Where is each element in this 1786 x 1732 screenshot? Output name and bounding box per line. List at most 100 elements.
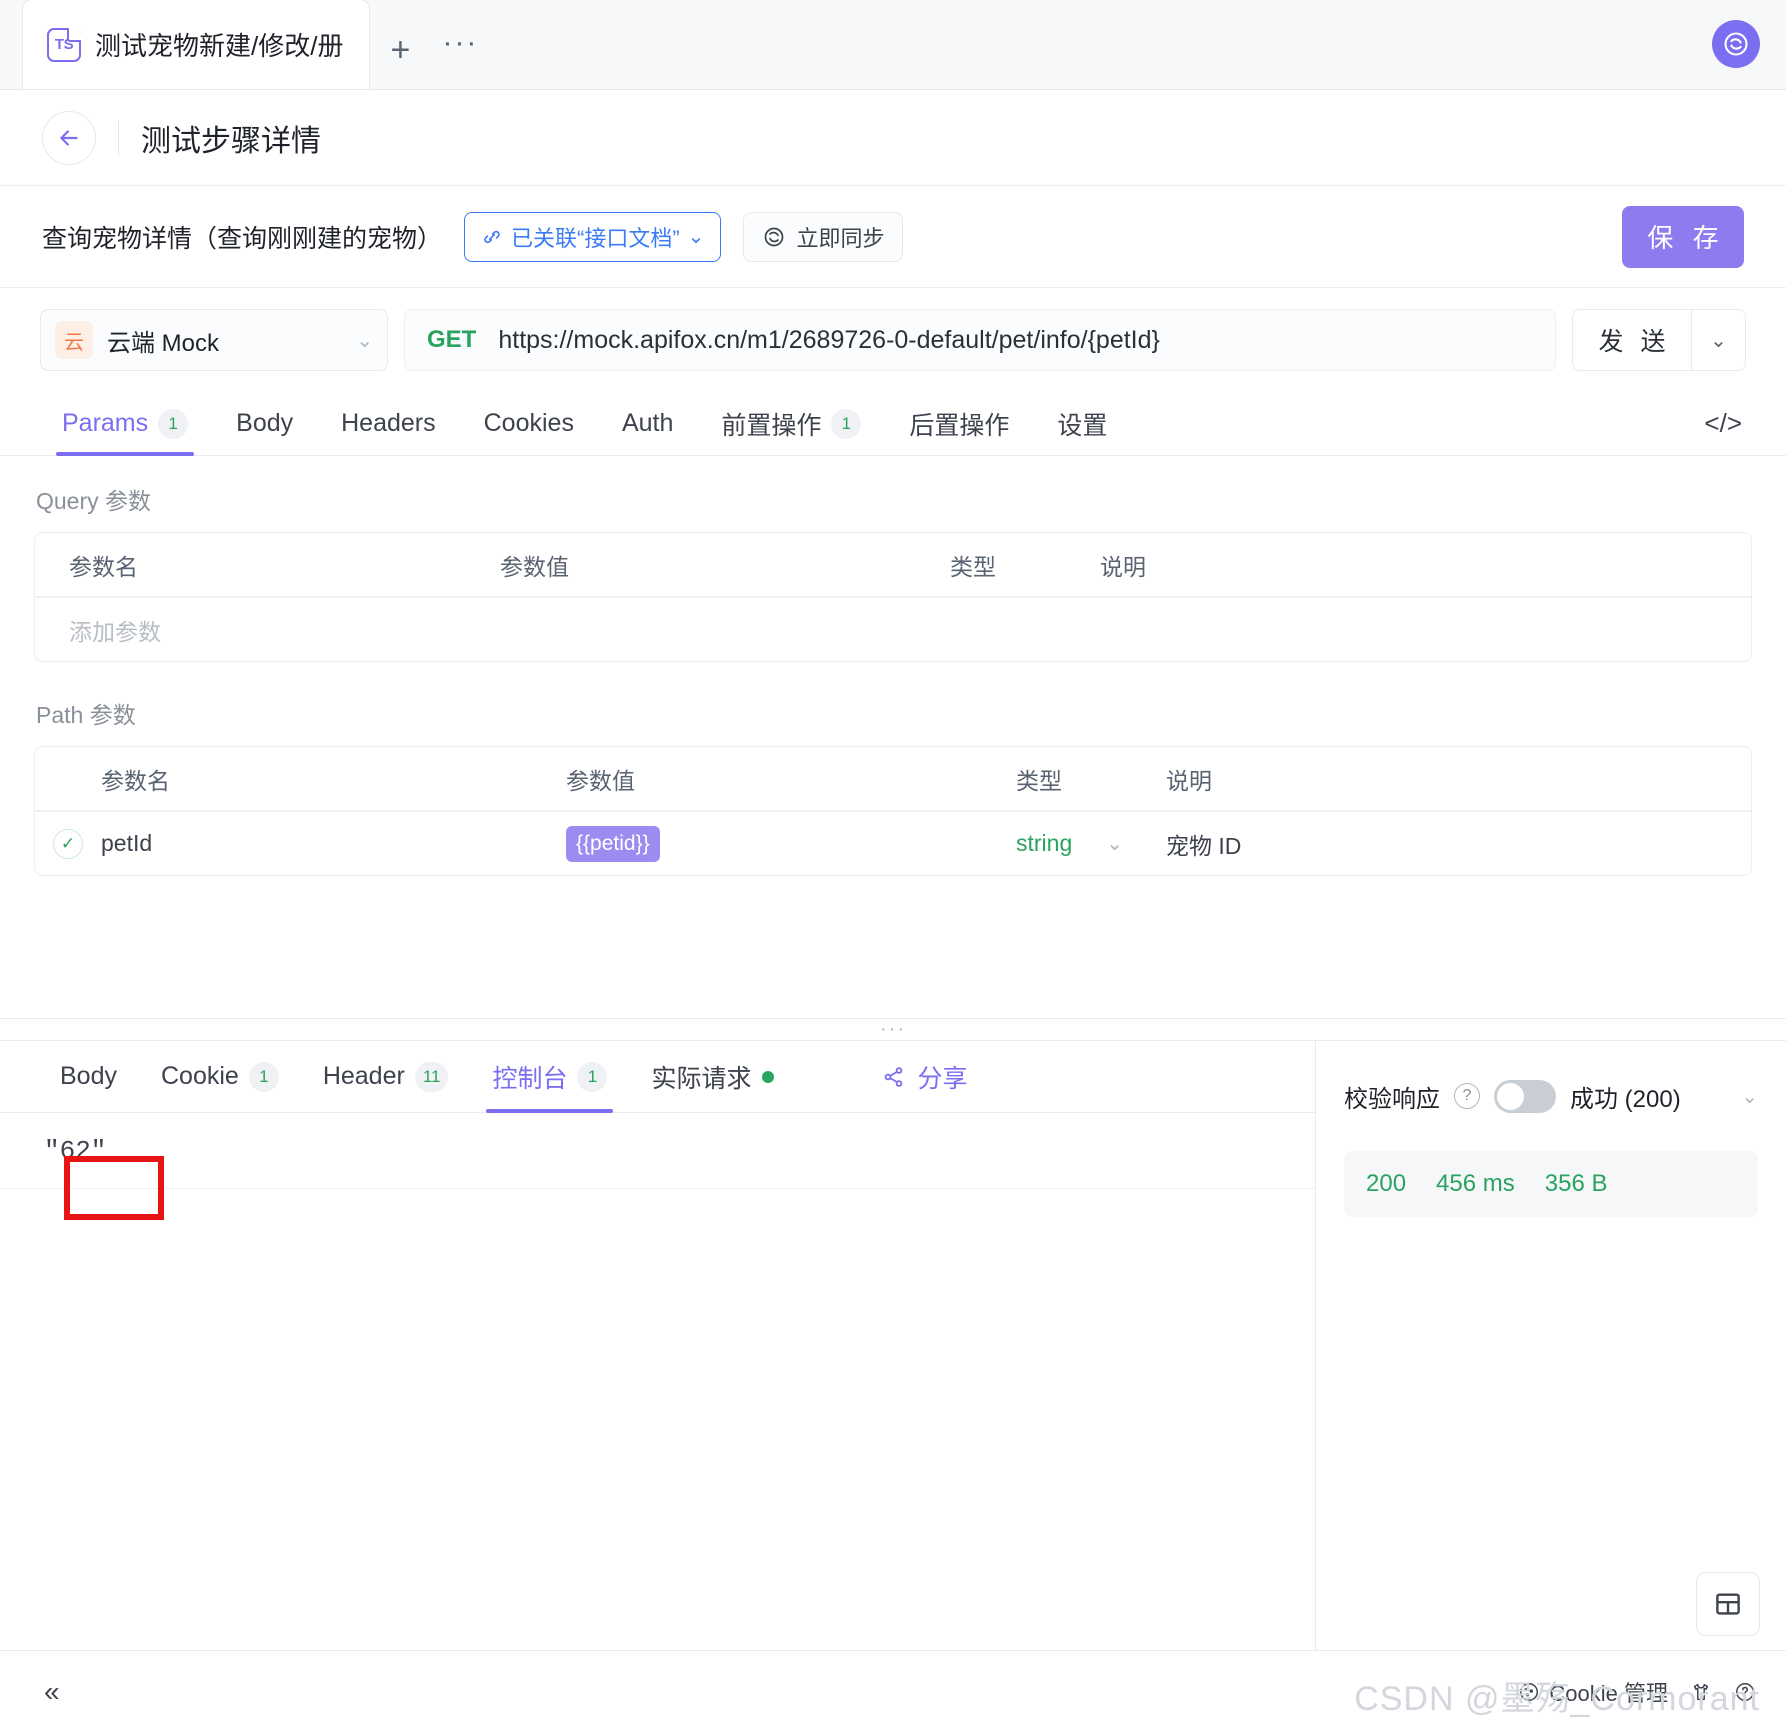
validate-response-toggle[interactable] xyxy=(1494,1080,1556,1113)
param-type-label: string xyxy=(1016,830,1072,857)
response-panel: Body Cookie 1 Header 11 控制台 1 实际请求 xyxy=(0,1040,1786,1650)
code-view-icon[interactable]: </> xyxy=(1704,392,1748,455)
response-tab-console[interactable]: 控制台 1 xyxy=(470,1041,629,1112)
param-name-cell[interactable]: petId xyxy=(101,830,566,857)
theme-icon[interactable] xyxy=(1690,1681,1712,1703)
path-params-header-row: 参数名 参数值 类型 说明 xyxy=(35,747,1751,811)
linked-doc-chip[interactable]: 已关联“接口文档” ⌄ xyxy=(464,212,721,262)
response-size: 356 B xyxy=(1545,1170,1608,1198)
tab-more-button[interactable]: ··· xyxy=(430,11,490,89)
sync-icon xyxy=(762,225,786,249)
add-param-placeholder: 添加参数 xyxy=(35,613,500,647)
response-tab-cookie[interactable]: Cookie 1 xyxy=(139,1041,301,1112)
request-tabs: Params 1 Body Headers Cookies Auth 前置操作 … xyxy=(0,392,1786,456)
column-header-name: 参数名 xyxy=(35,548,500,582)
panel-resize-handle[interactable]: ··· xyxy=(0,1018,1786,1040)
chevron-down-icon[interactable]: ⌄ xyxy=(1741,1084,1758,1109)
tab-body[interactable]: Body xyxy=(212,392,317,455)
status-bar-right: Cookie 管理 xyxy=(1518,1676,1756,1708)
tab-auth-label: Auth xyxy=(622,409,673,438)
layout-split-icon[interactable] xyxy=(1696,1572,1760,1636)
column-header-desc: 说明 xyxy=(1100,548,1751,582)
param-desc-cell[interactable]: 宠物 ID xyxy=(1166,827,1751,861)
chevron-down-icon: ⌄ xyxy=(356,328,373,353)
environment-select[interactable]: 云 云端 Mock ⌄ xyxy=(40,309,388,371)
sync-avatar-icon[interactable] xyxy=(1712,20,1760,68)
request-url-row: 云 云端 Mock ⌄ GET https://mock.apifox.cn/m… xyxy=(0,288,1786,392)
help-icon[interactable]: ? xyxy=(1454,1083,1480,1109)
header-divider xyxy=(118,121,119,155)
response-tab-actual-request[interactable]: 实际请求 xyxy=(629,1041,795,1112)
tab-headers[interactable]: Headers xyxy=(317,392,460,455)
path-params-label: Path 参数 xyxy=(36,696,1752,730)
variable-chip: {{petid}} xyxy=(566,826,660,862)
response-tab-header-count: 11 xyxy=(415,1062,449,1092)
response-tab-header[interactable]: Header 11 xyxy=(301,1041,471,1112)
tab-auth[interactable]: Auth xyxy=(598,392,697,455)
response-tab-console-count: 1 xyxy=(577,1062,607,1092)
tab-post-operation-label: 后置操作 xyxy=(909,406,1009,442)
http-method-label: GET xyxy=(427,326,476,354)
back-button[interactable] xyxy=(42,111,96,165)
page-header: 测试步骤详情 xyxy=(0,90,1786,186)
sync-now-button[interactable]: 立即同步 xyxy=(743,212,903,262)
collapse-sidebar-button[interactable]: « xyxy=(30,1676,60,1708)
tab-headers-label: Headers xyxy=(341,409,436,438)
tab-settings[interactable]: 设置 xyxy=(1033,392,1131,455)
send-button[interactable]: 发 送 xyxy=(1573,310,1691,370)
cookie-manager-button[interactable]: Cookie 管理 xyxy=(1518,1676,1668,1708)
response-tab-actual-request-label: 实际请求 xyxy=(651,1059,751,1095)
column-header-type: 类型 xyxy=(950,548,1100,582)
url-input[interactable]: GET https://mock.apifox.cn/m1/2689726-0-… xyxy=(404,309,1556,371)
check-icon[interactable]: ✓ xyxy=(53,829,83,859)
tab-cookies[interactable]: Cookies xyxy=(460,392,598,455)
response-tab-body[interactable]: Body xyxy=(38,1041,139,1112)
step-name: 查询宠物详情（查询刚刚建的宠物） xyxy=(42,219,442,255)
document-tab-label: 测试宠物新建/修改/册 xyxy=(95,26,343,63)
chevron-down-icon[interactable]: ⌄ xyxy=(1106,831,1123,856)
response-tab-header-label: Header xyxy=(323,1062,405,1091)
tab-pre-operation-label: 前置操作 xyxy=(721,406,821,442)
validate-response-label: 校验响应 xyxy=(1344,1079,1440,1114)
chevron-down-icon: ⌄ xyxy=(688,224,705,249)
response-tab-cookie-count: 1 xyxy=(249,1062,279,1092)
table-row[interactable]: ✓ petId {{petid}} string ⌄ 宠物 ID xyxy=(35,811,1751,875)
column-header-value: 参数值 xyxy=(566,762,1016,796)
tab-pre-operation-count: 1 xyxy=(831,409,861,439)
tab-cookies-label: Cookies xyxy=(484,409,574,438)
query-params-add-row[interactable]: 添加参数 xyxy=(35,597,1751,661)
share-label: 分享 xyxy=(918,1059,968,1095)
help-icon[interactable] xyxy=(1734,1681,1756,1703)
cookie-icon xyxy=(1518,1681,1540,1703)
ts-file-icon: TS xyxy=(47,28,81,62)
tab-post-operation[interactable]: 后置操作 xyxy=(885,392,1033,455)
step-meta-row: 查询宠物详情（查询刚刚建的宠物） 已关联“接口文档” ⌄ 立即同步 保 存 xyxy=(0,186,1786,288)
row-checkbox-cell[interactable]: ✓ xyxy=(35,829,101,859)
response-right-pane: 校验响应 ? 成功 (200) ⌄ 200 456 ms 356 B xyxy=(1316,1041,1786,1650)
window-tabstrip: TS 测试宠物新建/修改/册 + ··· xyxy=(0,0,1786,90)
query-params-label: Query 参数 xyxy=(36,482,1752,516)
query-params-table: 参数名 参数值 类型 说明 添加参数 xyxy=(34,532,1752,662)
cookie-manager-label: Cookie 管理 xyxy=(1549,1676,1668,1708)
send-options-caret-icon[interactable]: ⌄ xyxy=(1691,310,1745,370)
apifox-window: TS 测试宠物新建/修改/册 + ··· 测试步骤详情 查询宠物详情（查询刚刚建… xyxy=(0,0,1786,1732)
param-value-cell[interactable]: {{petid}} xyxy=(566,826,1016,862)
save-button[interactable]: 保 存 xyxy=(1622,206,1744,268)
send-button-group: 发 送 ⌄ xyxy=(1572,309,1746,371)
console-output-line: "62" xyxy=(0,1113,1315,1189)
column-header-name: 参数名 xyxy=(101,762,566,796)
tab-params[interactable]: Params 1 xyxy=(38,392,212,455)
response-stats-bar: 200 456 ms 356 B xyxy=(1344,1151,1758,1217)
sync-now-label: 立即同步 xyxy=(796,221,884,253)
column-header-type: 类型 xyxy=(1016,762,1166,796)
document-tab[interactable]: TS 测试宠物新建/修改/册 xyxy=(22,0,370,89)
param-type-cell[interactable]: string ⌄ xyxy=(1016,830,1166,857)
new-tab-button[interactable]: + xyxy=(370,11,430,89)
url-text: https://mock.apifox.cn/m1/2689726-0-defa… xyxy=(498,326,1160,355)
response-time: 456 ms xyxy=(1436,1170,1515,1198)
response-tabs: Body Cookie 1 Header 11 控制台 1 实际请求 xyxy=(0,1041,1315,1113)
share-button[interactable]: 分享 xyxy=(882,1041,968,1112)
tab-pre-operation[interactable]: 前置操作 1 xyxy=(697,392,885,455)
response-status-label: 成功 (200) xyxy=(1570,1079,1681,1114)
response-left-pane: Body Cookie 1 Header 11 控制台 1 实际请求 xyxy=(0,1041,1316,1650)
